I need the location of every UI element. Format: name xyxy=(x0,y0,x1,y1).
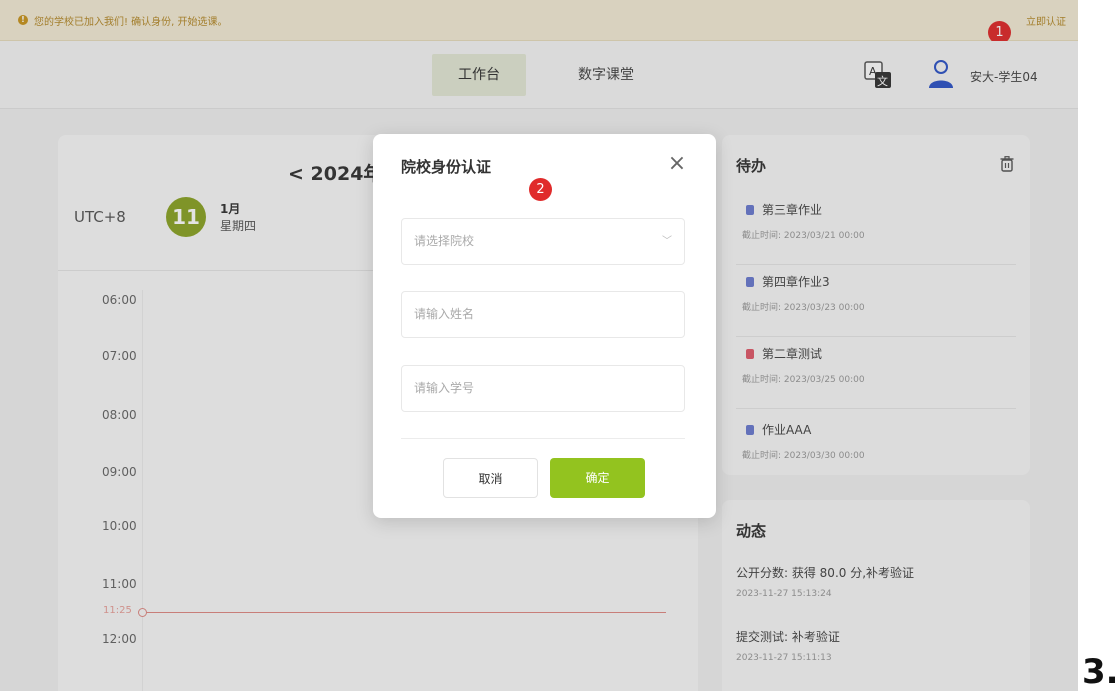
app-frame: ! 您的学校已加入我们! 确认身份, 开始选课。 立即认证 1 工作台 数字课堂… xyxy=(0,0,1078,691)
step-badge-2: 2 xyxy=(529,178,552,201)
modal-divider xyxy=(401,438,685,439)
step-number-label: 3. xyxy=(1082,652,1115,692)
confirm-button[interactable]: 确定 xyxy=(550,458,645,498)
student-id-input[interactable]: 请输入学号 xyxy=(401,365,685,412)
chevron-down-icon: ﹀ xyxy=(662,236,672,247)
close-icon[interactable]: × xyxy=(665,152,689,176)
school-select[interactable]: 请选择院校 ﹀ xyxy=(401,218,685,265)
verification-modal: 院校身份认证 × 2 请选择院校 ﹀ 请输入姓名 请输入学号 取消 确定 xyxy=(373,134,716,518)
name-input[interactable]: 请输入姓名 xyxy=(401,291,685,338)
modal-title: 院校身份认证 xyxy=(401,158,492,176)
cancel-button[interactable]: 取消 xyxy=(443,458,538,498)
school-select-placeholder: 请选择院校 xyxy=(414,234,475,248)
